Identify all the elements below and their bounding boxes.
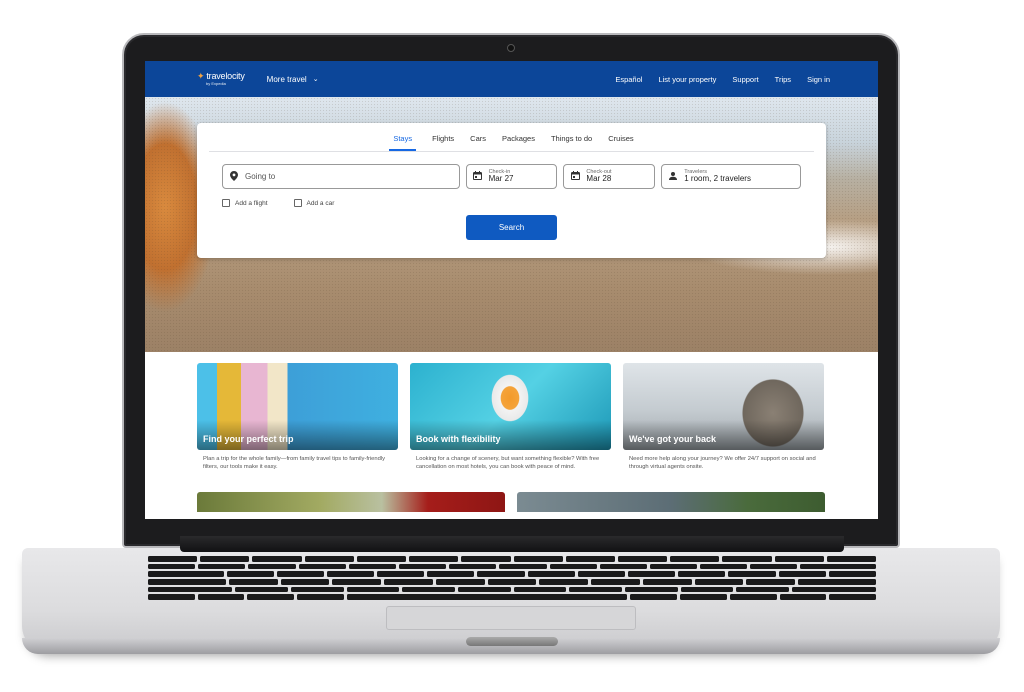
logo-sub: by Expedia <box>206 81 226 86</box>
tab-cars[interactable]: Cars <box>470 134 486 151</box>
promo-card[interactable]: We've got your back Need more help along… <box>623 363 824 472</box>
destination-input[interactable]: Going to <box>222 164 460 189</box>
promo-image-palm-trees[interactable] <box>197 491 505 512</box>
person-icon <box>668 171 678 182</box>
logo-brand: travelocity <box>206 71 245 81</box>
checkin-value: Mar 27 <box>488 174 514 184</box>
more-travel-label: More travel <box>266 74 307 84</box>
promo-image-pool-beach-ball: Book with flexibility <box>410 363 611 450</box>
promo-text: Plan a trip for the whole family—from fa… <box>203 456 386 471</box>
promo-card[interactable]: Book with flexibility Looking for a chan… <box>410 363 611 472</box>
checkout-field[interactable]: Check-out Mar 28 <box>563 164 656 189</box>
tab-stays[interactable]: Stays <box>389 134 417 151</box>
tab-cruises[interactable]: Cruises <box>608 134 633 151</box>
logo-star-icon: ✦ <box>197 71 205 81</box>
promo-text: Need more help along your journey? We of… <box>629 456 816 471</box>
travelers-field[interactable]: Travelers 1 room, 2 travelers <box>661 164 801 189</box>
promo-image-trees[interactable] <box>517 491 825 512</box>
more-promo-cards <box>145 472 878 512</box>
add-car-label: Add a car <box>306 199 335 207</box>
tab-packages[interactable]: Packages <box>502 134 535 151</box>
promo-image-colorful-houses: Find your perfect trip <box>197 363 398 450</box>
add-flight-checkbox[interactable]: Add a flight <box>222 199 268 207</box>
hero-banner: Stays Flights Cars Packages Things to do… <box>145 97 878 352</box>
lid-notch <box>466 637 558 646</box>
more-travel-menu[interactable]: More travel ⌄ <box>267 75 319 84</box>
promo-image-rope-bridge: We've got your back <box>623 363 824 450</box>
tab-things-to-do[interactable]: Things to do <box>551 134 592 151</box>
laptop-hinge <box>180 536 844 552</box>
webcam <box>507 44 515 52</box>
checkbox-box[interactable] <box>222 199 230 207</box>
chevron-down-icon: ⌄ <box>312 76 319 83</box>
nav-link-trips[interactable]: Trips <box>775 75 791 84</box>
map-pin-icon <box>229 170 239 183</box>
nav-link-list-property[interactable]: List your property <box>658 75 716 84</box>
checkin-field[interactable]: Check-in Mar 27 <box>465 164 558 189</box>
nav-link-espanol[interactable]: Español <box>615 75 642 84</box>
browser-screen: ✦ travelocity by Expedia More travel ⌄ Es… <box>145 61 878 519</box>
keyboard <box>148 556 877 601</box>
trackpad <box>386 606 636 630</box>
promo-title: We've got your back <box>629 434 716 444</box>
add-car-checkbox[interactable]: Add a car <box>293 199 335 207</box>
top-nav: ✦ travelocity by Expedia More travel ⌄ Es… <box>145 61 878 97</box>
search-tabs: Stays Flights Cars Packages Things to do… <box>209 123 814 152</box>
promo-cards: Find your perfect trip Plan a trip for t… <box>145 352 878 472</box>
destination-placeholder: Going to <box>245 172 276 181</box>
calendar-icon <box>570 171 580 182</box>
travelocity-logo[interactable]: ✦ travelocity by Expedia <box>197 72 245 86</box>
promo-text: Looking for a change of scenery, but wan… <box>416 456 600 471</box>
promo-title: Book with flexibility <box>416 434 501 444</box>
nav-link-support[interactable]: Support <box>732 75 758 84</box>
search-fields: Going to Check-in Mar 27 Check-out Mar 2… <box>222 164 801 189</box>
search-form: Stays Flights Cars Packages Things to do… <box>197 123 826 258</box>
promo-card[interactable]: Find your perfect trip Plan a trip for t… <box>197 363 398 472</box>
search-button[interactable]: Search <box>466 215 557 240</box>
header-links: Español List your property Support Trips… <box>615 75 830 84</box>
add-flight-label: Add a flight <box>235 199 268 207</box>
promo-title: Find your perfect trip <box>203 434 294 444</box>
calendar-icon <box>473 171 483 182</box>
checkout-value: Mar 28 <box>586 174 612 184</box>
tab-flights[interactable]: Flights <box>432 134 454 151</box>
checkbox-box[interactable] <box>293 199 302 207</box>
travelers-value: 1 room, 2 travelers <box>684 174 751 184</box>
nav-link-sign-in[interactable]: Sign in <box>807 75 830 84</box>
add-options: Add a flight Add a car <box>222 199 801 207</box>
